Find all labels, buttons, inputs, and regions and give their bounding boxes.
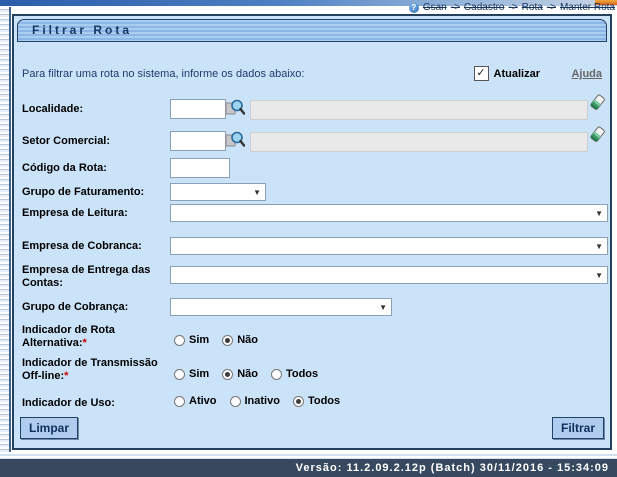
filter-panel: Filtrar Rota Para filtrar uma rota no si…: [12, 14, 612, 450]
search-icon: [224, 106, 246, 121]
eraser-icon: [588, 133, 606, 148]
radio-button[interactable]: [174, 396, 185, 407]
empresa-entrega-select[interactable]: ▼: [170, 266, 608, 284]
radio-option-todos[interactable]: Todos: [293, 395, 340, 407]
radio-button[interactable]: [271, 369, 282, 380]
codigo-rota-input[interactable]: [170, 158, 230, 178]
radio-button[interactable]: [174, 369, 185, 380]
breadcrumb-separator: ->: [547, 2, 556, 13]
label-text: Indicador de Transmissão Off-line:: [22, 357, 158, 382]
page: ? Gsan -> Cadastro -> Rota -> Manter Rot…: [0, 0, 617, 477]
grupo-faturamento-label: Grupo de Faturamento:: [22, 186, 162, 199]
atualizar-label: Atualizar: [494, 68, 540, 80]
codigo-rota-label: Código da Rota:: [22, 162, 162, 175]
chevron-down-icon: ▼: [595, 271, 603, 280]
chevron-down-icon: ▼: [595, 242, 603, 251]
radio-option-sim[interactable]: Sim: [174, 368, 209, 380]
breadcrumb-link-cadastro[interactable]: Cadastro: [464, 2, 505, 13]
left-menu-edge: [0, 7, 11, 455]
chevron-down-icon: ▼: [595, 209, 603, 218]
radio-label: Não: [237, 368, 258, 380]
radio-button[interactable]: [222, 369, 233, 380]
localidade-clear-button[interactable]: [588, 94, 606, 113]
chevron-down-icon: ▼: [379, 303, 387, 312]
radio-label: Sim: [189, 334, 209, 346]
setor-comercial-search-button[interactable]: [224, 130, 246, 150]
radio-button[interactable]: [230, 396, 241, 407]
version-text: Versão: 11.2.09.2.12p (Batch) 30/11/2016…: [296, 462, 609, 474]
radio-option-nao[interactable]: Não: [222, 334, 258, 346]
radio-label: Todos: [286, 368, 318, 380]
radio-option-todos[interactable]: Todos: [271, 368, 318, 380]
indicador-uso-radio-group: Ativo Inativo Todos: [174, 395, 340, 407]
ajuda-link[interactable]: Ajuda: [571, 68, 602, 80]
panel-header: Filtrar Rota: [17, 19, 607, 42]
empresa-entrega-label: Empresa de Entrega das Contas:: [22, 264, 162, 290]
search-icon: [224, 138, 246, 153]
radio-button[interactable]: [222, 335, 233, 346]
label-text: Indicador de Rota Alternativa:: [22, 324, 115, 349]
help-icon[interactable]: ?: [409, 3, 419, 13]
grupo-faturamento-select[interactable]: ▼: [170, 183, 266, 201]
atualizar-checkbox[interactable]: ✓: [474, 66, 489, 81]
breadcrumb: ? Gsan -> Cadastro -> Rota -> Manter Rot…: [409, 2, 615, 13]
indicador-transmissao-label: Indicador de Transmissão Off-line:*: [22, 357, 162, 383]
eraser-icon: [588, 101, 606, 116]
radio-label: Inativo: [245, 395, 280, 407]
grupo-cobranca-label: Grupo de Cobrança:: [22, 301, 162, 314]
breadcrumb-link-rota[interactable]: Rota: [522, 2, 543, 13]
empresa-leitura-label: Empresa de Leitura:: [22, 207, 162, 220]
indicador-rota-alternativa-radio-group: Sim Não: [174, 334, 258, 346]
intro-text: Para filtrar uma rota no sistema, inform…: [22, 68, 304, 80]
radio-option-ativo[interactable]: Ativo: [174, 395, 217, 407]
radio-label: Ativo: [189, 395, 217, 407]
setor-comercial-code-input[interactable]: [170, 131, 226, 151]
footer-version-bar: Versão: 11.2.09.2.12p (Batch) 30/11/2016…: [0, 459, 617, 477]
radio-label: Todos: [308, 395, 340, 407]
radio-label: Não: [237, 334, 258, 346]
setor-comercial-name-field: [250, 132, 588, 152]
localidade-code-input[interactable]: [170, 99, 226, 119]
page-title: Filtrar Rota: [18, 20, 606, 41]
radio-label: Sim: [189, 368, 209, 380]
indicador-transmissao-radio-group: Sim Não Todos: [174, 368, 318, 380]
indicador-uso-label: Indicador de Uso:: [22, 397, 162, 410]
localidade-search-button[interactable]: [224, 98, 246, 118]
chevron-down-icon: ▼: [253, 188, 261, 197]
footer-stripes: [0, 452, 617, 459]
setor-comercial-clear-button[interactable]: [588, 126, 606, 145]
breadcrumb-link-manter-rota[interactable]: Manter Rota: [560, 2, 615, 13]
limpar-button[interactable]: Limpar: [20, 417, 78, 439]
breadcrumb-link-gsan[interactable]: Gsan: [423, 2, 447, 13]
grupo-cobranca-select[interactable]: ▼: [170, 298, 392, 316]
empresa-leitura-select[interactable]: ▼: [170, 204, 608, 222]
indicador-rota-alternativa-label: Indicador de Rota Alternativa:*: [22, 324, 162, 350]
radio-option-sim[interactable]: Sim: [174, 334, 209, 346]
radio-option-inativo[interactable]: Inativo: [230, 395, 280, 407]
filtrar-button[interactable]: Filtrar: [552, 417, 604, 439]
localidade-label: Localidade:: [22, 103, 162, 116]
empresa-cobranca-select[interactable]: ▼: [170, 237, 608, 255]
breadcrumb-separator: ->: [509, 2, 518, 13]
required-asterisk: *: [83, 337, 87, 349]
empresa-cobranca-label: Empresa de Cobranca:: [22, 240, 162, 253]
radio-button[interactable]: [293, 396, 304, 407]
required-asterisk: *: [64, 370, 68, 382]
radio-button[interactable]: [174, 335, 185, 346]
radio-option-nao[interactable]: Não: [222, 368, 258, 380]
setor-comercial-label: Setor Comercial:: [22, 135, 162, 148]
localidade-name-field: [250, 100, 588, 120]
breadcrumb-separator: ->: [451, 2, 460, 13]
atualizar-checkbox-group[interactable]: ✓ Atualizar: [474, 66, 540, 81]
